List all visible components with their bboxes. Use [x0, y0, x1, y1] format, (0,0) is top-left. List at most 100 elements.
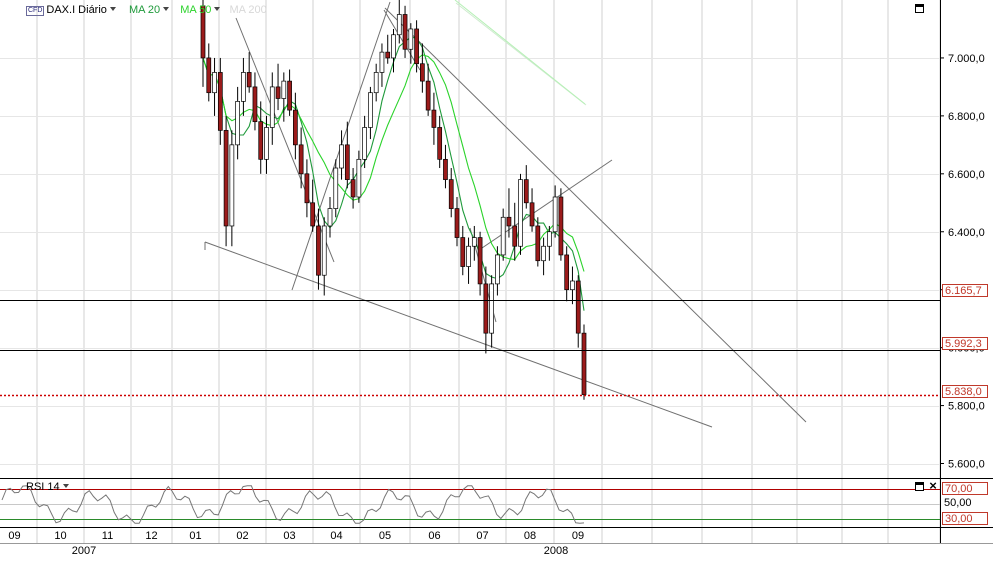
candle-up: [235, 101, 240, 146]
candle-down: [310, 202, 316, 227]
candle-up: [327, 208, 333, 227]
candle-down: [448, 179, 454, 209]
x-month-label: 09: [572, 530, 584, 542]
maximize-icon[interactable]: [915, 4, 924, 13]
rsi-label-70: 70,00: [942, 482, 988, 495]
candle-down: [246, 72, 252, 88]
x-month-label: 09: [8, 530, 20, 542]
candle-up: [229, 144, 235, 227]
y-tick-label: 5.800,0: [948, 401, 985, 413]
candle-down: [298, 144, 304, 175]
y-tick-label: 6.400,0: [948, 227, 985, 239]
candle-up: [362, 127, 367, 160]
y-tick-label: 6.600,0: [948, 169, 985, 181]
price-label-5838: 5.838,0: [942, 385, 988, 398]
candle-up: [333, 167, 339, 209]
x-year-label: 2008: [544, 545, 568, 557]
candle-down: [350, 179, 356, 198]
candle-down: [425, 80, 431, 111]
candle-up: [391, 34, 396, 59]
candle-down: [483, 283, 489, 334]
close-icon[interactable]: ×: [928, 479, 938, 492]
y-tick-label: 5.600,0: [948, 459, 985, 471]
cfd-badge: CFD: [26, 6, 45, 16]
candle-up: [281, 80, 287, 99]
x-month-label: 04: [330, 530, 342, 542]
candle-down: [304, 173, 310, 204]
rsi-header: RSI 14: [26, 481, 69, 493]
candle-down: [206, 57, 212, 94]
ma20-label[interactable]: MA 20: [129, 4, 160, 16]
candle-up: [408, 28, 414, 50]
x-month-label: 06: [428, 530, 440, 542]
candle-down: [564, 254, 570, 291]
candle-down: [293, 109, 298, 146]
ma200-label[interactable]: MA 200: [229, 4, 266, 16]
candle-down: [558, 196, 564, 256]
candle-down: [287, 80, 292, 111]
candle-up: [570, 280, 575, 291]
candle-down: [575, 280, 581, 334]
candle-up: [495, 254, 500, 285]
candle-down: [529, 202, 535, 227]
candle-down: [385, 51, 391, 59]
candle-up: [264, 127, 269, 160]
x-month-label: 02: [236, 530, 248, 542]
candle-up: [321, 225, 327, 276]
candle-down: [460, 237, 466, 267]
x-month-label: 03: [283, 530, 295, 542]
chart-canvas: 7.000,06.800,06.600,06.400,06.200,06.000…: [0, 0, 993, 558]
candle-down: [477, 237, 483, 285]
candle-down: [420, 63, 425, 82]
candle-up: [396, 14, 402, 36]
x-month-label: 01: [189, 530, 201, 542]
candle-up: [500, 216, 506, 256]
candle-down: [258, 121, 264, 160]
x-month-label: 07: [476, 530, 488, 542]
candle-down: [275, 86, 281, 99]
y-tick-label: 6.800,0: [948, 111, 985, 123]
chevron-down-icon[interactable]: [62, 484, 69, 488]
candle-up: [241, 72, 246, 102]
candle-up: [379, 51, 385, 73]
chevron-down-icon[interactable]: [109, 7, 116, 11]
chevron-down-icon[interactable]: [163, 7, 170, 11]
instrument-label[interactable]: DAX.I Diário: [46, 4, 107, 16]
chart-window: 7.000,06.800,06.600,06.400,06.200,06.000…: [0, 0, 993, 558]
candle-down: [581, 332, 587, 395]
candle-up: [373, 72, 379, 94]
candle-up: [212, 72, 217, 94]
candle-up: [466, 245, 471, 267]
candle-down: [535, 225, 541, 262]
candle-up: [269, 86, 275, 128]
candle-up: [547, 231, 552, 247]
rsi-label-30: 30,00: [942, 512, 988, 525]
candle-down: [402, 14, 408, 50]
candle-up: [356, 158, 362, 198]
candle-down: [431, 109, 437, 128]
candle-down: [217, 72, 223, 131]
candle-down: [443, 158, 448, 180]
rsi-title[interactable]: RSI 14: [26, 481, 60, 493]
candle-down: [523, 179, 529, 204]
candle-down: [414, 28, 419, 65]
price-label-6165: 6.165,7: [942, 284, 988, 297]
candle-down: [316, 225, 321, 276]
candle-up: [471, 237, 477, 247]
chart-header: CFD DAX.I Diário MA 20 MA 50 MA 200: [26, 4, 267, 16]
maximize-icon[interactable]: [915, 482, 924, 491]
candle-up: [339, 144, 344, 169]
ma50-label[interactable]: MA 50: [180, 4, 211, 16]
candle-down: [344, 144, 350, 180]
candle-down: [223, 130, 229, 227]
x-month-label: 12: [145, 530, 157, 542]
candle-down: [512, 225, 518, 247]
chevron-down-icon[interactable]: [214, 7, 221, 11]
candle-up: [552, 196, 558, 233]
rsi-label-50: 50,00: [942, 497, 988, 510]
price-label-5992: 5.992,3: [942, 337, 988, 350]
candle-down: [252, 86, 258, 123]
candle-down: [454, 208, 460, 238]
candle-up: [489, 283, 494, 334]
candle-up: [368, 92, 373, 128]
